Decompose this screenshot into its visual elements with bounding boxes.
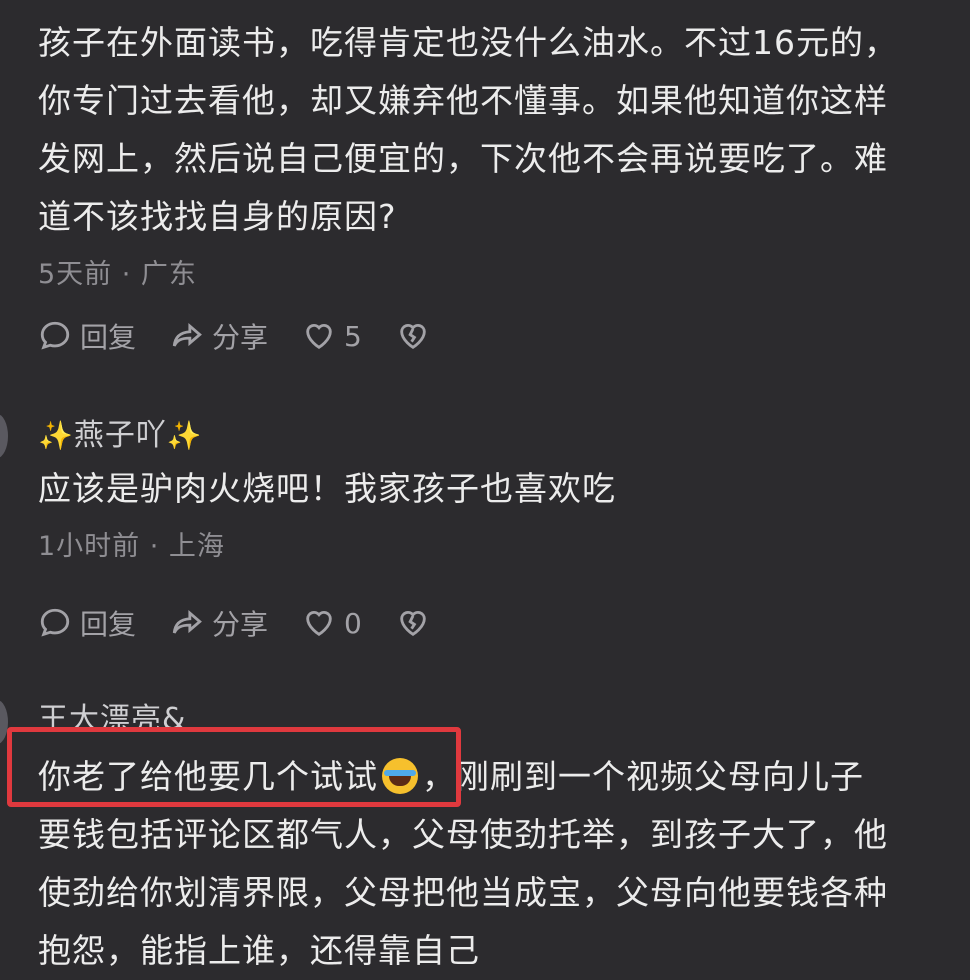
sparkle-icon: ✨ bbox=[38, 419, 74, 452]
like-button[interactable]: 0 bbox=[302, 606, 362, 640]
comment-1-line: 孩子在外面读书，吃得肯定也没什么油水。不过16元的， bbox=[38, 23, 898, 62]
comment-3-line-rest: ，刚刷到一个视频父母向儿子 bbox=[422, 757, 864, 796]
comment-2-line: 应该是驴肉火烧吧！我家孩子也喜欢吃 bbox=[38, 469, 616, 508]
comment-1-line: 你专门过去看他，却又嫌弃他不懂事。如果他知道你这样 bbox=[38, 81, 888, 120]
dislike-button[interactable] bbox=[396, 606, 438, 640]
like-button[interactable]: 5 bbox=[302, 319, 362, 353]
share-arrow-icon bbox=[172, 610, 202, 634]
reply-button[interactable]: 回复 bbox=[38, 603, 136, 643]
comment-bubble-icon bbox=[40, 321, 70, 350]
comment-3-line: 使劲给你划清界限，父母把他当成宝，父母向他要钱各种 bbox=[38, 873, 888, 912]
comment-3-line: 要钱包括评论区都气人，父母使劲托举，到孩子大了，他 bbox=[38, 815, 888, 854]
red-highlight-box bbox=[7, 727, 461, 807]
heart-icon bbox=[306, 611, 332, 637]
comment-2-meta: 1小时前 · 上海 bbox=[38, 531, 225, 562]
like-count: 5 bbox=[344, 319, 362, 353]
reply-label: 回复 bbox=[80, 608, 137, 641]
comment-1: 孩子在外面读书，吃得肯定也没什么油水。不过16元的， 你专门过去看他，却又嫌弃他… bbox=[38, 14, 950, 291]
sparkle-icon: ✨ bbox=[166, 419, 203, 452]
comment-1-actions: 回复 分享 5 bbox=[38, 316, 472, 356]
username-text: 燕子吖 bbox=[73, 418, 167, 453]
share-button[interactable]: 分享 bbox=[170, 316, 268, 356]
comment-2: ✨燕子吖✨ 应该是驴肉火烧吧！我家孩子也喜欢吃 1小时前 · 上海 bbox=[38, 410, 950, 563]
comment-1-meta: 5天前 · 广东 bbox=[38, 259, 197, 290]
dislike-button[interactable] bbox=[396, 319, 438, 353]
avatar[interactable] bbox=[0, 414, 8, 458]
comment-1-line: 道不该找找自身的原因? bbox=[38, 197, 397, 236]
share-label: 分享 bbox=[212, 608, 269, 641]
comment-1-text: 孩子在外面读书，吃得肯定也没什么油水。不过16元的， 你专门过去看他，却又嫌弃他… bbox=[38, 14, 950, 246]
share-label: 分享 bbox=[212, 321, 269, 354]
comment-bubble-icon bbox=[40, 608, 70, 637]
comment-1-line: 发网上，然后说自己便宜的，下次他不会再说要吃了。难 bbox=[38, 139, 888, 178]
share-arrow-icon bbox=[172, 323, 202, 347]
comment-3-line: 抱怨，能指上谁，还得靠自己 bbox=[38, 931, 480, 970]
comment-2-text: 应该是驴肉火烧吧！我家孩子也喜欢吃 bbox=[38, 460, 950, 518]
heart-icon bbox=[306, 324, 332, 350]
comment-2-actions: 回复 分享 0 bbox=[38, 603, 472, 643]
comment-2-username[interactable]: ✨燕子吖✨ bbox=[38, 410, 950, 454]
reply-button[interactable]: 回复 bbox=[38, 316, 136, 356]
comment-3-username[interactable]: 王大漂亮& bbox=[38, 694, 950, 728]
like-count: 0 bbox=[344, 606, 362, 640]
broken-heart-icon bbox=[400, 324, 426, 350]
broken-heart-icon bbox=[400, 611, 426, 637]
share-button[interactable]: 分享 bbox=[170, 603, 268, 643]
reply-label: 回复 bbox=[80, 321, 137, 354]
